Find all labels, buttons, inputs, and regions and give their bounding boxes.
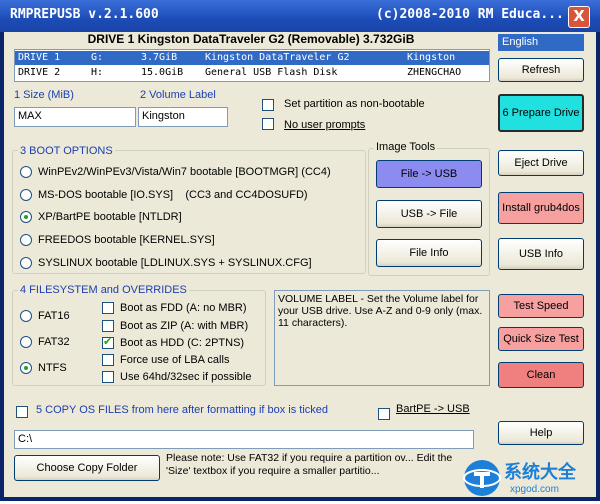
watermark-text: 系统大全 bbox=[504, 462, 576, 483]
main-panel: DRIVE 1 Kingston DataTraveler G2 (Remova… bbox=[4, 32, 596, 497]
boot-option-radio[interactable] bbox=[20, 166, 32, 178]
refresh-button[interactable]: Refresh bbox=[498, 58, 584, 82]
volume-label-input[interactable]: Kingston bbox=[138, 107, 228, 127]
boot-option-radio[interactable] bbox=[20, 189, 32, 201]
bartpe-usb-checkbox[interactable] bbox=[378, 408, 390, 420]
image-tools-title: Image Tools bbox=[374, 141, 438, 153]
boot-option-radio[interactable] bbox=[20, 257, 32, 269]
boot-option-label: XP/BartPE bootable [NTLDR] bbox=[38, 211, 182, 223]
copy-os-files-checkbox[interactable] bbox=[16, 406, 28, 418]
ntfs-radio[interactable] bbox=[20, 362, 32, 374]
no-user-prompts-label: No user prompts bbox=[284, 119, 366, 131]
non-bootable-label: Set partition as non-bootable bbox=[284, 98, 425, 110]
boot-fdd-label: Boot as FDD (A: no MBR) bbox=[120, 302, 247, 314]
usb-info-button[interactable]: USB Info bbox=[498, 238, 584, 270]
drive-name: General USB Flash Disk bbox=[205, 67, 338, 78]
window: RMPREPUSB v.2.1.600 (c)2008-2010 RM Educ… bbox=[0, 0, 600, 501]
volume-label-label: 2 Volume Label bbox=[140, 89, 216, 101]
quick-size-test-button[interactable]: Quick Size Test bbox=[498, 327, 584, 351]
boot-zip-label: Boot as ZIP (A: with MBR) bbox=[120, 320, 249, 332]
drive-name: Kingston DataTraveler G2 bbox=[205, 52, 350, 63]
close-button[interactable]: X bbox=[568, 6, 590, 28]
partition-note: Please note: Use FAT32 if you require a … bbox=[166, 452, 453, 477]
boot-option-radio[interactable] bbox=[20, 211, 32, 223]
drive-id: DRIVE 1 bbox=[18, 52, 61, 63]
watermark-subtext: xpgod.com bbox=[510, 484, 559, 495]
boot-hdd-label: Boot as HDD (C: 2PTNS) bbox=[120, 337, 245, 349]
boot-option-label: FREEDOS bootable [KERNEL.SYS] bbox=[38, 234, 215, 246]
boot-option-label: MS-DOS bootable [IO.SYS] (CC3 and CC4DOS… bbox=[38, 189, 308, 201]
filesystem-title: 4 FILESYSTEM and OVERRIDES bbox=[18, 284, 189, 296]
bartpe-usb-label: BartPE -> USB bbox=[396, 403, 470, 415]
use-64hd-checkbox[interactable] bbox=[102, 371, 114, 383]
drive-size: 3.7GiB bbox=[141, 52, 178, 63]
window-title: RMPREPUSB v.2.1.600 bbox=[10, 7, 159, 22]
drive-label: ZHENGCHAO bbox=[407, 67, 462, 78]
non-bootable-checkbox[interactable] bbox=[262, 99, 274, 111]
fat32-radio[interactable] bbox=[20, 336, 32, 348]
force-lba-checkbox[interactable] bbox=[102, 354, 114, 366]
boot-options-title: 3 BOOT OPTIONS bbox=[18, 145, 115, 157]
size-label: 1 Size (MiB) bbox=[14, 89, 74, 101]
test-speed-button[interactable]: Test Speed bbox=[498, 294, 584, 318]
choose-copy-folder-button[interactable]: Choose Copy Folder bbox=[14, 455, 160, 481]
drive-label: Kingston bbox=[407, 52, 456, 63]
language-select[interactable]: English bbox=[498, 34, 584, 51]
prepare-drive-button[interactable]: 6 Prepare Drive bbox=[498, 94, 584, 132]
drive-letter: H: bbox=[91, 67, 104, 78]
help-button[interactable]: Help bbox=[498, 421, 584, 445]
drive-letter: G: bbox=[91, 52, 104, 63]
size-input[interactable]: MAX bbox=[14, 107, 136, 127]
watermark-logo: 系统大全 xpgod.com bbox=[460, 452, 600, 501]
boot-zip-checkbox[interactable] bbox=[102, 320, 114, 332]
drive-row[interactable]: DRIVE 1 G: 3.7GiB Kingston DataTraveler … bbox=[15, 51, 489, 65]
force-lba-label: Force use of LBA calls bbox=[120, 354, 230, 366]
drive-id: DRIVE 2 bbox=[18, 67, 61, 78]
install-grub4dos-button[interactable]: Install grub4dos bbox=[498, 192, 584, 224]
drive-size: 15.0GiB bbox=[141, 67, 184, 78]
boot-option-radio[interactable] bbox=[20, 234, 32, 246]
help-text-panel: VOLUME LABEL - Set the Volume label for … bbox=[274, 290, 490, 386]
fat16-radio[interactable] bbox=[20, 310, 32, 322]
clean-button[interactable]: Clean bbox=[498, 362, 584, 388]
usb-to-file-button[interactable]: USB -> File bbox=[376, 200, 482, 228]
fat32-label: FAT32 bbox=[38, 336, 70, 348]
fat16-label: FAT16 bbox=[38, 310, 70, 322]
window-title-copyright: (c)2008-2010 RM Educa... bbox=[376, 7, 564, 22]
use-64hd-label: Use 64hd/32sec if possible bbox=[120, 371, 252, 383]
file-info-button[interactable]: File Info bbox=[376, 239, 482, 267]
boot-hdd-checkbox[interactable] bbox=[102, 335, 114, 349]
boot-option-label: WinPEv2/WinPEv3/Vista/Win7 bootable [BOO… bbox=[38, 166, 331, 178]
boot-option-label: SYSLINUX bootable [LDLINUX.SYS + SYSLINU… bbox=[38, 257, 312, 269]
boot-fdd-checkbox[interactable] bbox=[102, 302, 114, 314]
drive-row[interactable]: DRIVE 2 H: 15.0GiB General USB Flash Dis… bbox=[15, 66, 489, 80]
drive-list[interactable]: DRIVE 1 G: 3.7GiB Kingston DataTraveler … bbox=[14, 49, 490, 82]
file-to-usb-button[interactable]: File -> USB bbox=[376, 160, 482, 188]
copy-path-input[interactable]: C:\ bbox=[14, 430, 474, 449]
no-user-prompts-checkbox[interactable] bbox=[262, 118, 274, 130]
selected-drive-heading: DRIVE 1 Kingston DataTraveler G2 (Remova… bbox=[87, 32, 415, 46]
eject-drive-button[interactable]: Eject Drive bbox=[498, 150, 584, 176]
copy-os-files-label: 5 COPY OS FILES from here after formatti… bbox=[36, 404, 329, 416]
ntfs-label: NTFS bbox=[38, 362, 67, 374]
title-bar[interactable]: RMPREPUSB v.2.1.600 (c)2008-2010 RM Educ… bbox=[0, 0, 600, 32]
